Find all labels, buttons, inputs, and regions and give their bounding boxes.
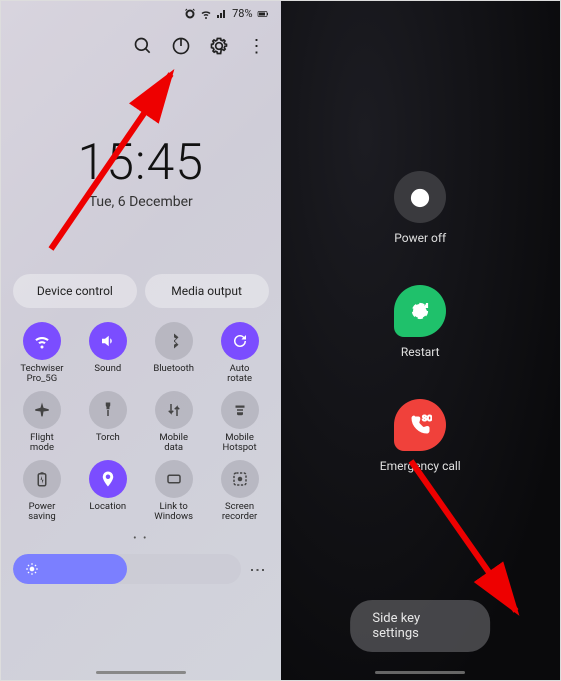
power-icon [408,185,432,209]
nav-handle[interactable] [375,671,465,674]
power-off-label: Power off [394,231,446,245]
sun-icon [25,562,39,576]
tile-label: Screen recorder [222,502,257,523]
tile-label: Mobile data [159,433,188,454]
tile-label: Bluetooth [153,364,194,374]
settings-button[interactable] [209,36,229,56]
bluetooth-icon [155,322,193,360]
quick-tile[interactable]: Mobile data [143,391,205,454]
search-icon [133,36,153,56]
tile-label: Power saving [28,502,56,523]
clock-date: Tue, 6 December [1,194,281,210]
wifi-icon [23,322,61,360]
quick-tile[interactable]: Sound [77,322,139,385]
battery-icon [257,8,269,20]
alarm-icon [184,8,196,20]
hotspot-icon [221,391,259,429]
side-key-settings-button[interactable]: Side key settings [350,600,490,652]
quick-tile[interactable]: Screen recorder [209,460,271,523]
power-button[interactable] [171,36,191,56]
power-off-option[interactable]: Power off [394,171,446,245]
restart-label: Restart [401,345,440,359]
quick-tile[interactable]: Location [77,460,139,523]
clock-time: 15:45 [1,134,281,192]
nav-handle[interactable] [96,671,186,674]
quick-panel-toolbar: ⋮ [1,26,281,66]
clock: 15:45 Tue, 6 December [1,134,281,210]
tile-label: Flight mode [30,433,54,454]
tile-label: Mobile Hotspot [223,433,257,454]
battery-text: 78% [232,7,252,20]
quick-tile[interactable]: Power saving [11,460,73,523]
link-icon [155,460,193,498]
more-button[interactable]: ⋮ [247,36,267,56]
brightness-slider[interactable] [13,554,241,584]
data-icon [155,391,193,429]
quick-tile[interactable]: Flight mode [11,391,73,454]
location-icon [89,460,127,498]
restart-option[interactable]: Restart [394,285,446,359]
rotate-icon [221,322,259,360]
status-bar: 78% [1,1,281,26]
search-button[interactable] [133,36,153,56]
media-output-button[interactable]: Media output [145,274,269,308]
quick-tile[interactable]: Link to Windows [143,460,205,523]
signal-status-icon [216,8,228,20]
battery-icon [23,460,61,498]
device-control-button[interactable]: Device control [13,274,137,308]
tile-label: Link to Windows [154,502,193,523]
phone-sos-icon: SOS [408,413,432,437]
power-icon [171,36,191,56]
quick-tiles-grid: Techwiser Pro_5G Sound Bluetooth Auto ro… [1,308,281,531]
brightness-more-button[interactable]: ⋮ [249,562,269,575]
restart-icon [408,299,432,323]
quick-tile[interactable]: Techwiser Pro_5G [11,322,73,385]
airplane-icon [23,391,61,429]
svg-text:SOS: SOS [422,414,432,423]
notification-panel: 78% ⋮ 15:45 Tue, 6 December Device contr… [1,1,281,680]
sound-icon [89,322,127,360]
quick-tile[interactable]: Bluetooth [143,322,205,385]
tile-label: Sound [94,364,121,374]
emergency-call-option[interactable]: SOS Emergency call [380,399,461,473]
tile-label: Techwiser Pro_5G [12,364,72,385]
tile-label: Location [89,502,126,512]
tile-label: Auto rotate [227,364,252,385]
record-icon [221,460,259,498]
quick-tile[interactable]: Torch [77,391,139,454]
gear-icon [209,36,229,56]
quick-tile[interactable]: Auto rotate [209,322,271,385]
wifi-status-icon [200,8,212,20]
power-menu: Power off Restart SOS Emergency call Sid… [281,1,561,680]
page-indicator: • • [1,533,281,544]
tile-label: Torch [96,433,120,443]
torch-icon [89,391,127,429]
brightness-row: ⋮ [1,554,281,584]
emergency-label: Emergency call [380,459,461,473]
quick-tile[interactable]: Mobile Hotspot [209,391,271,454]
